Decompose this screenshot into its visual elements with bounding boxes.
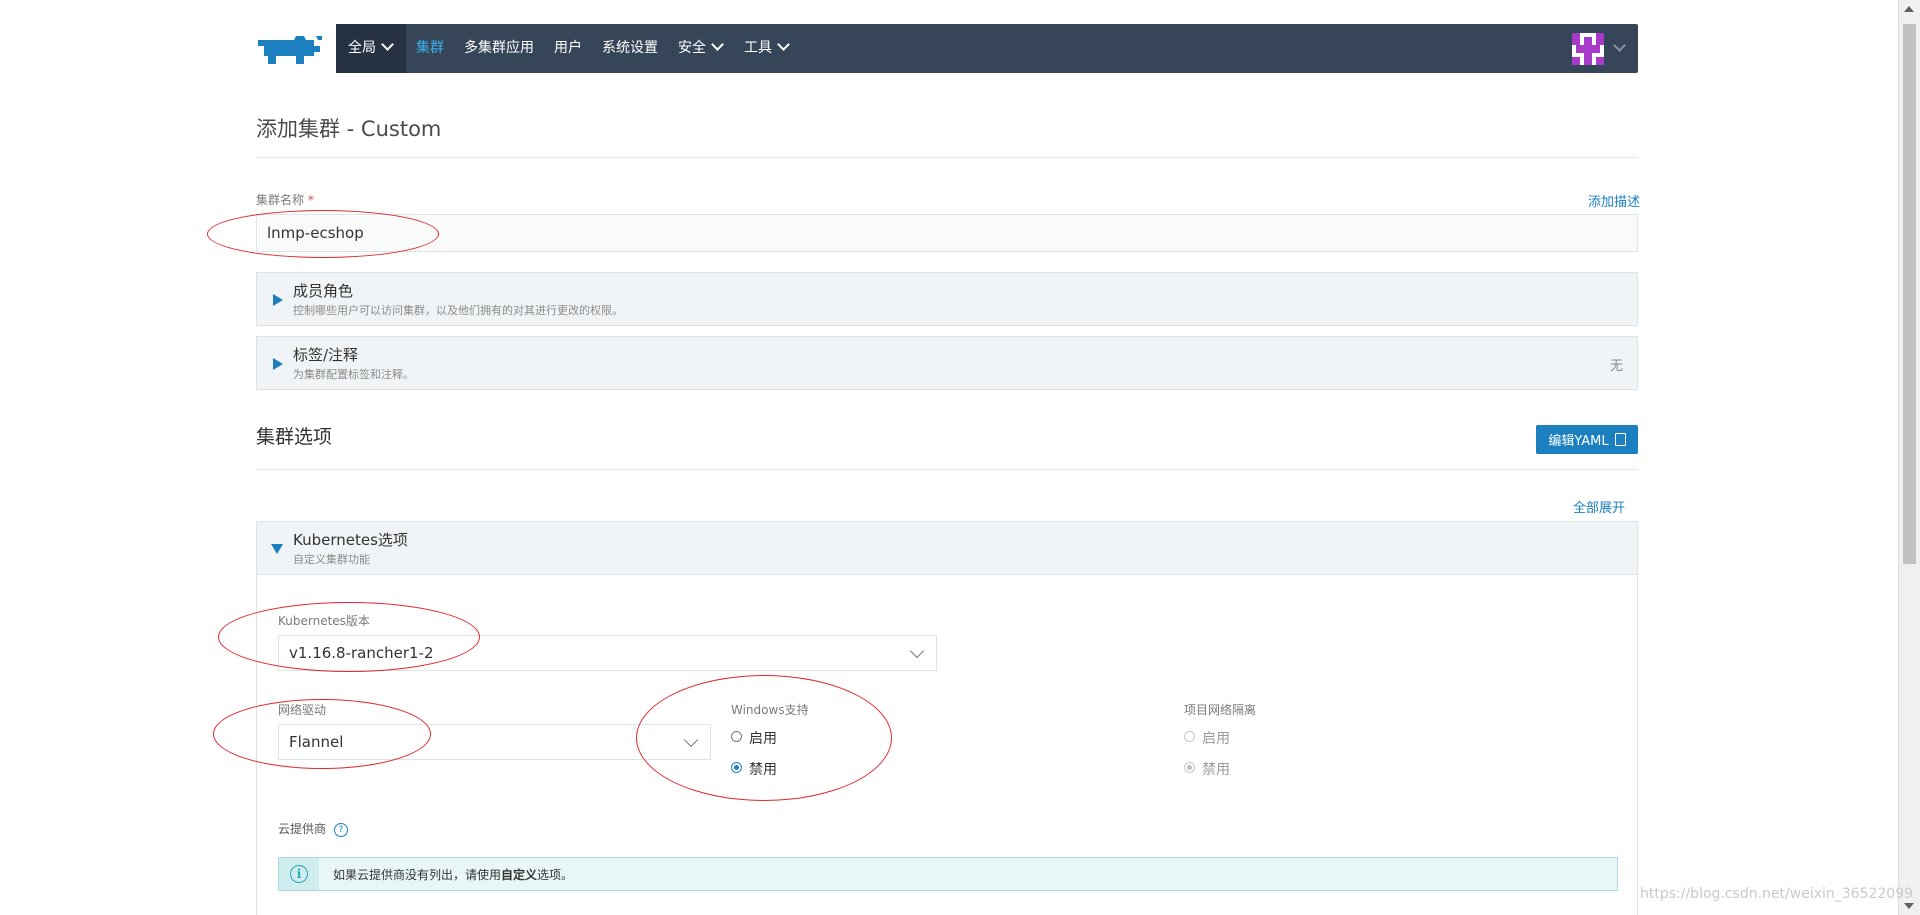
divider	[256, 157, 1638, 158]
help-icon[interactable]: ?	[333, 822, 348, 837]
page-scrollbar[interactable]	[1898, 0, 1920, 915]
nav-global-dropdown[interactable]: 全局	[336, 24, 406, 73]
info-text-bold: 自定义	[501, 868, 538, 882]
info-text-prefix: 如果云提供商没有列出，请使用	[333, 868, 502, 882]
required-mark: *	[307, 193, 314, 207]
nav-tools-label: 工具	[744, 40, 772, 56]
cluster-name-input[interactable]: lnmp-ecshop	[256, 214, 1638, 252]
nav-security-dropdown[interactable]: 安全	[678, 24, 724, 73]
annotation-ellipse-cluster-name	[207, 210, 439, 258]
page-title: 添加集群 - Custom	[256, 117, 442, 141]
isolation-enable-label: 启用	[1202, 731, 1230, 747]
edit-yaml-label: 编辑YAML	[1548, 434, 1609, 449]
isolation-enable-radio	[1184, 731, 1195, 742]
network-isolation-label: 项目网络隔离	[1184, 703, 1257, 717]
scroll-thumb[interactable]	[1903, 24, 1916, 564]
member-roles-panel[interactable]: 成员角色 控制哪些用户可以访问集群，以及他们拥有的对其进行更改的权限。	[256, 272, 1638, 326]
nav-system-settings[interactable]: 系统设置	[602, 24, 658, 73]
nav-security-label: 安全	[678, 40, 706, 56]
top-nav-bar: 全局 集群 多集群应用 用户 系统设置 安全 工具	[336, 24, 1638, 73]
labels-annotations-panel[interactable]: 标签/注释 为集群配置标签和注释。 无	[256, 336, 1638, 390]
nav-cluster[interactable]: 集群	[416, 24, 444, 73]
panel-title: 标签/注释	[293, 346, 359, 364]
nav-multi-cluster-apps[interactable]: 多集群应用	[464, 24, 534, 73]
rancher-logo[interactable]	[256, 30, 326, 70]
expand-arrow-icon[interactable]	[273, 294, 283, 306]
isolation-disable-label: 禁用	[1202, 762, 1230, 778]
edit-yaml-button[interactable]: 编辑YAML	[1536, 425, 1638, 454]
chevron-down-icon	[711, 38, 724, 51]
scroll-down-icon[interactable]	[1904, 903, 1914, 909]
annotation-ellipse-windows	[636, 675, 892, 801]
watermark: https://blog.csdn.net/weixin_36522099	[1640, 886, 1914, 902]
divider	[256, 469, 1638, 470]
nav-users[interactable]: 用户	[554, 24, 582, 73]
chevron-down-icon	[381, 38, 394, 51]
cloud-provider-label-text: 云提供商	[278, 822, 327, 836]
annotation-ellipse-k8s-version	[218, 602, 480, 672]
cloud-provider-label: 云提供商 ?	[278, 820, 348, 837]
info-icon: i	[290, 865, 308, 883]
chevron-down-icon[interactable]	[1613, 39, 1626, 52]
expand-all-link[interactable]: 全部展开	[1573, 497, 1625, 516]
info-text: 如果云提供商没有列出，请使用自定义选项。	[333, 866, 573, 883]
kubernetes-options-panel[interactable]: Kubernetes选项 自定义集群功能	[256, 521, 1638, 575]
add-description-link[interactable]: 添加描述	[1588, 191, 1640, 210]
panel-subtitle: 控制哪些用户可以访问集群，以及他们拥有的对其进行更改的权限。	[293, 304, 623, 317]
nav-tools-dropdown[interactable]: 工具	[744, 24, 790, 73]
collapse-arrow-icon[interactable]	[271, 544, 283, 554]
chevron-down-icon	[909, 643, 925, 659]
panel-subtitle: 为集群配置标签和注释。	[293, 368, 414, 381]
cluster-name-label-text: 集群名称	[256, 193, 305, 207]
nav-global-label: 全局	[348, 40, 376, 56]
copy-icon	[1614, 433, 1626, 446]
info-banner: i 如果云提供商没有列出，请使用自定义选项。	[278, 857, 1618, 891]
expand-arrow-icon[interactable]	[273, 358, 283, 370]
chevron-down-icon	[777, 38, 790, 51]
annotation-ellipse-network	[213, 699, 431, 769]
cluster-name-label: 集群名称 *	[256, 191, 314, 208]
info-icon-container: i	[279, 858, 319, 890]
panel-title: 成员角色	[293, 282, 354, 300]
labels-count: 无	[1609, 359, 1623, 374]
panel-title: Kubernetes选项	[293, 531, 408, 549]
panel-subtitle: 自定义集群功能	[293, 553, 370, 566]
isolation-disable-radio	[1184, 762, 1195, 773]
info-text-suffix: 选项。	[537, 868, 574, 882]
user-avatar[interactable]	[1572, 33, 1604, 65]
scroll-up-icon[interactable]	[1904, 6, 1914, 12]
section-title: 集群选项	[256, 426, 333, 448]
